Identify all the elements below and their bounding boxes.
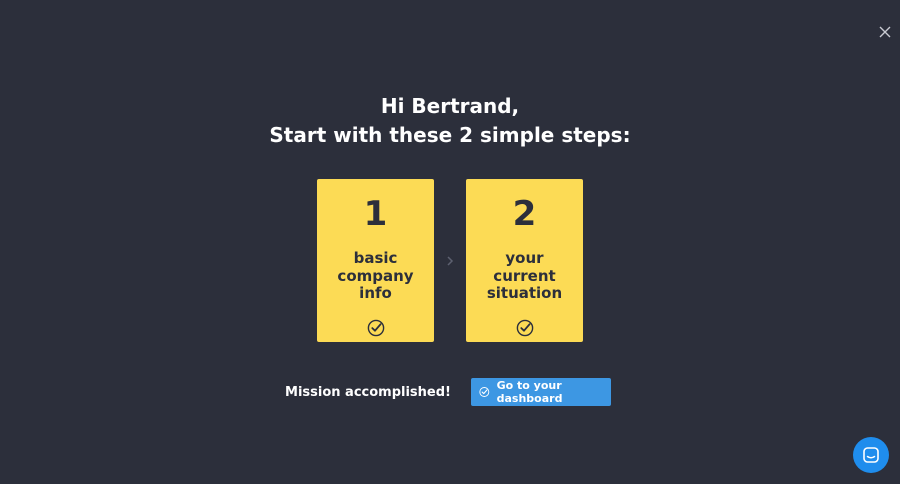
check-circle-icon <box>516 319 533 337</box>
mission-status-text: Mission accomplished! <box>285 384 451 400</box>
greeting-text: Hi Bertrand, <box>380 94 520 118</box>
step-label: basic company info <box>337 249 414 302</box>
step-number: 1 <box>363 194 388 234</box>
dashboard-button-label: Go to your dashboard <box>496 379 563 405</box>
step-label: your current situation <box>486 249 563 302</box>
step-card-current-situation[interactable]: 2 your current situation <box>466 179 583 342</box>
welcome-heading: Hi Bertrand, Start with these 2 simple s… <box>0 92 900 150</box>
go-to-dashboard-button[interactable]: Go to your dashboard <box>470 378 611 406</box>
chat-launcher-button[interactable] <box>853 437 889 473</box>
step-number: 2 <box>512 194 537 234</box>
close-icon <box>879 26 891 38</box>
chat-icon <box>863 447 879 463</box>
step-card-basic-company-info[interactable]: 1 basic company info <box>317 179 434 342</box>
steps-subtitle: Start with these 2 simple steps: <box>269 123 631 147</box>
check-circle-icon <box>367 319 384 337</box>
close-button[interactable] <box>878 24 892 38</box>
step-arrow <box>434 255 466 267</box>
steps-row: 1 basic company info 2 your current situ… <box>317 179 583 342</box>
chevron-right-icon <box>447 255 454 266</box>
check-circle-icon <box>479 387 490 397</box>
completion-row: Mission accomplished! Go to your dashboa… <box>0 378 900 406</box>
